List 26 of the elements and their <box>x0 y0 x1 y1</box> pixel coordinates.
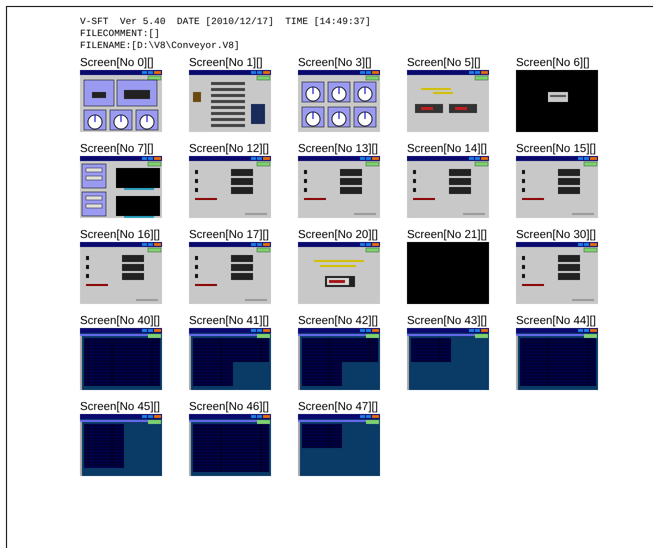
screen-label: Screen[No 20][] <box>298 228 378 242</box>
screen-label: Screen[No 44][] <box>516 314 596 328</box>
header-line: V-SFT Ver 5.40 DATE [2010/12/17] TIME [14:49:37] <box>80 16 371 28</box>
screen-label: Screen[No 5][] <box>407 56 481 70</box>
header-line: FILECOMMENT:[] <box>80 28 160 40</box>
screen-label: Screen[No 42][] <box>298 314 378 328</box>
header-line: FILENAME:[D:\V8\Conveyor.V8] <box>80 40 240 52</box>
screen-label: Screen[No 40][] <box>80 314 160 328</box>
screen-label: Screen[No 15][] <box>516 142 596 156</box>
screen-label: Screen[No 12][] <box>189 142 269 156</box>
screen-label: Screen[No 3][] <box>298 56 372 70</box>
screen-label: Screen[No 0][] <box>80 56 154 70</box>
screen-label: Screen[No 41][] <box>189 314 269 328</box>
screen-label: Screen[No 43][] <box>407 314 487 328</box>
screen-label: Screen[No 1][] <box>189 56 263 70</box>
screen-label: Screen[No 46][] <box>189 400 269 414</box>
screen-label: Screen[No 30][] <box>516 228 596 242</box>
screen-label: Screen[No 17][] <box>189 228 269 242</box>
screen-label: Screen[No 7][] <box>80 142 154 156</box>
screen-label: Screen[No 13][] <box>298 142 378 156</box>
screen-label: Screen[No 21][] <box>407 228 487 242</box>
screen-label: Screen[No 14][] <box>407 142 487 156</box>
screen-label: Screen[No 47][] <box>298 400 378 414</box>
screen-label: Screen[No 45][] <box>80 400 160 414</box>
screen-label: Screen[No 6][] <box>516 56 590 70</box>
screen-label: Screen[No 16][] <box>80 228 160 242</box>
